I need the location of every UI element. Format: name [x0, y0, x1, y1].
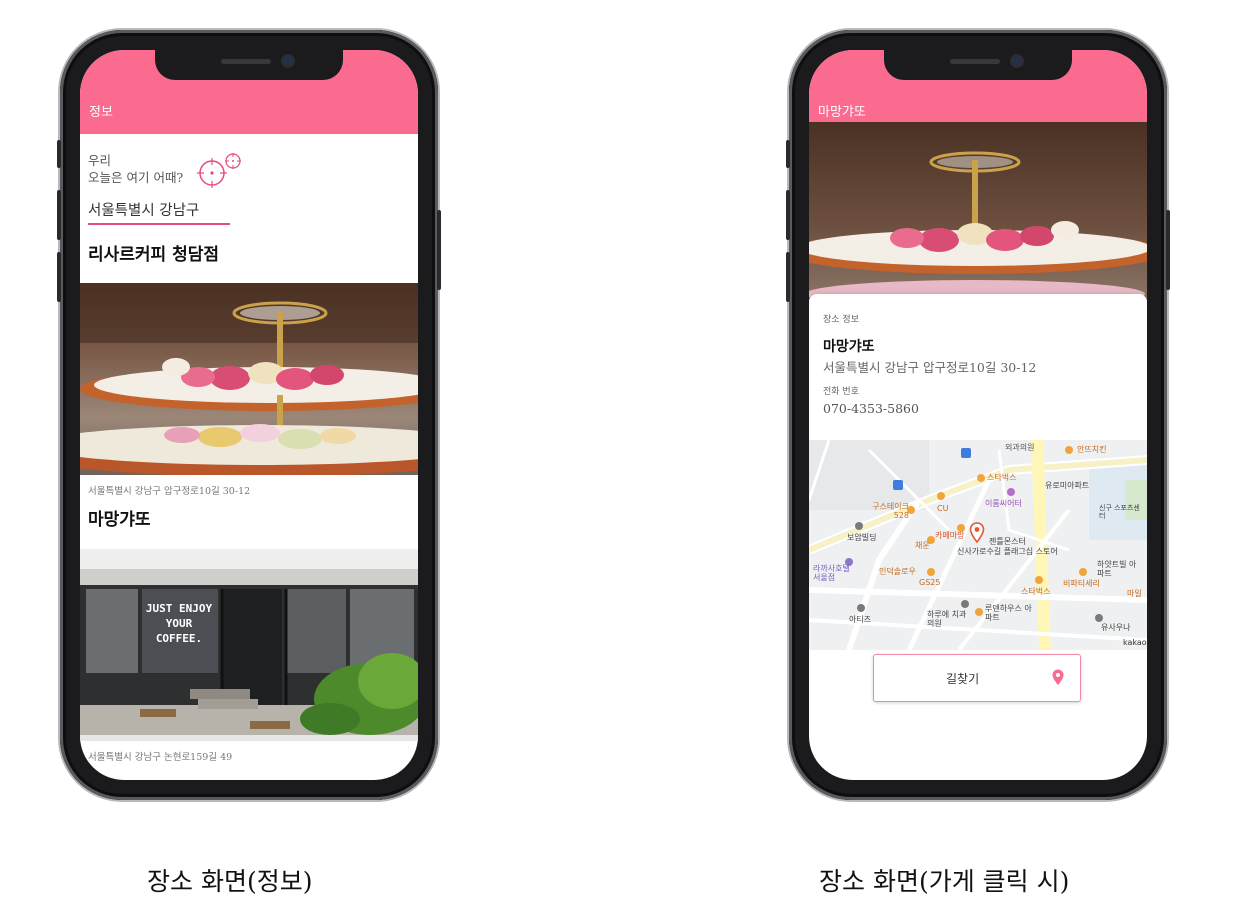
greeting-line-1: 우리 — [88, 153, 112, 168]
map-label: 유사우나 — [1101, 623, 1131, 632]
macaron-stand-illustration — [809, 151, 1147, 300]
mute-switch — [57, 140, 61, 168]
map-label: 채운 — [915, 541, 930, 550]
app-bar-title: 마망갸또 — [818, 105, 866, 120]
place-header-photo — [809, 122, 1147, 300]
notch — [884, 50, 1072, 80]
cafe-sign-text: JUST ENJOY YOUR COFFEE. — [145, 602, 213, 645]
map-label: 인덕솔로우 — [879, 567, 916, 576]
volume-up-button — [57, 190, 61, 240]
poi-icon — [1079, 568, 1087, 576]
right-phone-frame: 마망갸또 장소 정보 마망갸또 서울특별시 강남구 압구정로10길 30-12 … — [786, 30, 1170, 800]
map-label: 구스테이크 528 — [872, 502, 909, 520]
place-card-title[interactable]: 마망갸또 — [88, 505, 151, 530]
map-label: 하얏트빌 아파트 — [1097, 560, 1137, 578]
place-card-photo-cafe[interactable]: JUST ENJOY YOUR COFFEE. — [80, 549, 418, 741]
app-bar-title: 정보 — [89, 105, 113, 120]
directions-button-label: 길찾기 — [946, 672, 980, 686]
map-label: CU — [937, 504, 949, 513]
map-attribution: kakao — [1123, 638, 1147, 647]
map-view[interactable]: 외과의원 스타벅스 유로미아파트 이롬씨어터 구스테이크 528 CU 보암빌딩… — [809, 440, 1147, 650]
phone-label: 전화 번호 — [823, 387, 859, 397]
cafe-facade-illustration — [80, 549, 418, 741]
poi-icon — [1095, 614, 1103, 622]
phone-number[interactable]: 070-4353-5860 — [823, 401, 919, 416]
map-label: 신구 스포츠센터 — [1099, 504, 1140, 520]
poi-icon — [855, 522, 863, 530]
camera-icon — [1012, 56, 1022, 66]
place-card-address: 서울특별시 강남구 논현로159길 49 — [88, 752, 233, 763]
map-label: 마일 — [1127, 589, 1142, 598]
left-phone-screen: 정보 우리 오늘은 여기 어때? 서울특별시 강남구 리사르커피 청담점 서울특… — [80, 50, 418, 780]
camera-icon — [283, 56, 293, 66]
location-selector[interactable]: 서울특별시 강남구 — [88, 199, 230, 225]
map-label: GS25 — [919, 578, 941, 587]
map-label: 카페마망 — [935, 531, 965, 540]
left-phone-frame: 정보 우리 오늘은 여기 어때? 서울특별시 강남구 리사르커피 청담점 서울특… — [57, 30, 441, 800]
section-label: 장소 정보 — [823, 315, 859, 325]
poi-icon — [937, 492, 945, 500]
bus-stop-icon — [893, 480, 903, 490]
caption-right: 장소 화면(가게 클릭 시) — [819, 867, 1070, 896]
map-label: 라까사호텔 서울점 — [813, 564, 850, 582]
place-info-card: 장소 정보 마망갸또 서울특별시 강남구 압구정로10길 30-12 전화 번호… — [809, 294, 1147, 440]
greeting: 우리 오늘은 여기 어때? — [88, 152, 183, 186]
power-button — [437, 210, 441, 290]
place-card-photo-macarons[interactable] — [80, 283, 418, 475]
place-name: 마망갸또 — [823, 339, 875, 355]
directions-button[interactable]: 길찾기 — [873, 654, 1081, 702]
poi-icon — [1065, 446, 1073, 454]
map-label: 하루에 치과의원 — [927, 610, 967, 628]
volume-up-button — [786, 190, 790, 240]
right-phone-screen: 마망갸또 장소 정보 마망갸또 서울특별시 강남구 압구정로10길 30-12 … — [809, 50, 1147, 780]
map-label: 안뜨치킨 — [1077, 445, 1107, 454]
poi-icon — [961, 600, 969, 608]
volume-down-button — [786, 252, 790, 302]
map-pin-icon — [969, 522, 985, 544]
map-label: 신사가로수길 플래그십 스토어 — [957, 547, 1058, 556]
map-label: 루덴하우스 아파트 — [985, 604, 1032, 622]
macaron-stand-illustration — [80, 283, 418, 475]
power-button — [1166, 210, 1170, 290]
caption-left: 장소 화면(정보) — [147, 867, 313, 896]
poi-icon — [977, 474, 985, 482]
map-label: 외과의원 — [1005, 443, 1035, 452]
place-card-address: 서울특별시 강남구 압구정로10길 30-12 — [88, 486, 251, 497]
poi-icon — [1007, 488, 1015, 496]
map-label: 유로미아파트 — [1045, 481, 1090, 490]
map-label: 스타벅스 — [1021, 587, 1051, 596]
mute-switch — [786, 140, 790, 168]
map-label: 아티즈 — [849, 615, 872, 624]
location-label: 서울특별시 강남구 — [88, 203, 200, 219]
poi-icon — [927, 568, 935, 576]
map-label: 이롬씨어터 — [985, 499, 1022, 508]
map-label: 스타벅스 — [987, 473, 1017, 482]
bus-stop-icon — [961, 448, 971, 458]
map-label: 보암빌딩 — [847, 533, 877, 542]
poi-icon — [857, 604, 865, 612]
place-card-title[interactable]: 리사르커피 청담점 — [88, 240, 219, 265]
greeting-line-2: 오늘은 여기 어때? — [88, 170, 184, 185]
notch — [155, 50, 343, 80]
poi-icon — [975, 608, 983, 616]
poi-icon — [1035, 576, 1043, 584]
map-label: 비파티세리 — [1063, 579, 1100, 588]
volume-down-button — [57, 252, 61, 302]
location-pin-icon — [1052, 669, 1064, 685]
location-target-icon[interactable] — [197, 153, 245, 189]
place-address: 서울특별시 강남구 압구정로10길 30-12 — [823, 360, 1037, 375]
